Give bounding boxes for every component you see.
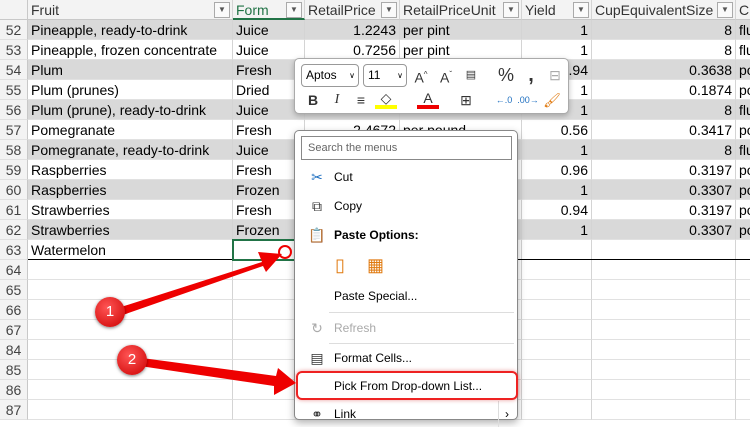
target-circle	[278, 245, 292, 259]
arrow-2	[140, 358, 296, 395]
arrow-1	[118, 252, 282, 316]
annotation-badge-1: 1	[95, 297, 125, 327]
annotation-arrows	[118, 245, 296, 395]
annotation-badge-2: 2	[117, 345, 147, 375]
